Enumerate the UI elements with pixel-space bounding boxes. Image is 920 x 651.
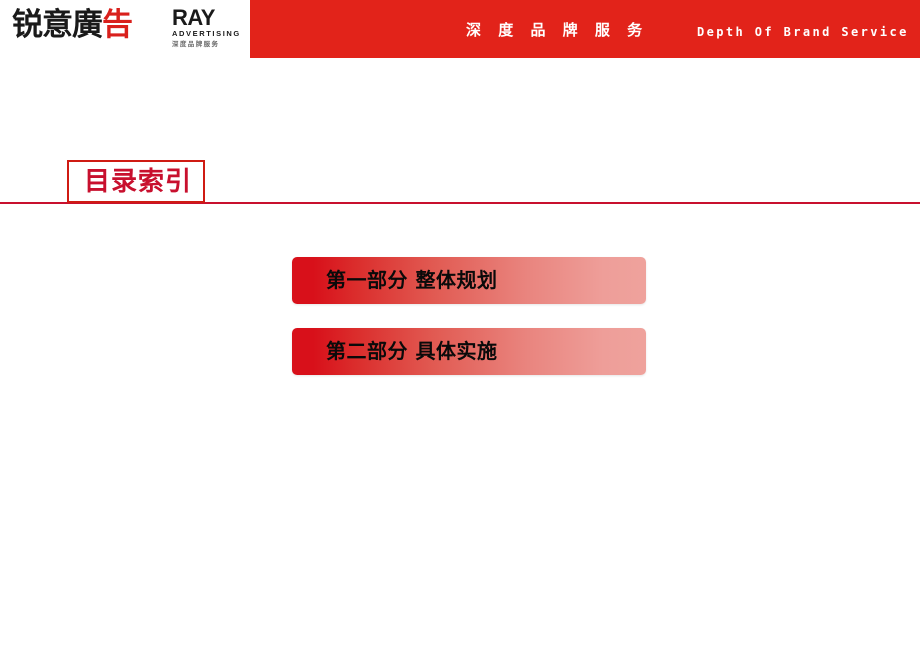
- header-slogan-chinese: 深 度 品 牌 服 务: [466, 21, 649, 39]
- page-title: 目录索引: [83, 167, 192, 197]
- header-slogan-english: Depth Of Brand Service: [697, 25, 909, 39]
- toc-item-part-one[interactable]: 第一部分 整体规划: [292, 257, 646, 304]
- company-logo: 锐意廣告 RAY ADVERTISING 深度品牌服务: [0, 0, 250, 58]
- logo-latin-block: RAY ADVERTISING 深度品牌服务: [172, 7, 248, 49]
- logo-chinese-accent: 告: [102, 7, 133, 43]
- section-title-box: 目录索引: [67, 160, 205, 203]
- logo-chinese-name: 锐意廣告: [12, 7, 133, 43]
- toc-item-part-two[interactable]: 第二部分 具体实施: [292, 328, 646, 375]
- logo-brand-sub: ADVERTISING: [172, 29, 241, 38]
- slide-header: 锐意廣告 RAY ADVERTISING 深度品牌服务 深 度 品 牌 服 务 …: [0, 0, 920, 58]
- toc-item-label: 第一部分 整体规划: [326, 268, 498, 292]
- logo-chinese-main: 锐意廣: [12, 7, 103, 43]
- logo-brand-tagline: 深度品牌服务: [172, 40, 220, 48]
- toc-item-label: 第二部分 具体实施: [326, 339, 498, 363]
- logo-brand-latin: RAY: [172, 5, 215, 30]
